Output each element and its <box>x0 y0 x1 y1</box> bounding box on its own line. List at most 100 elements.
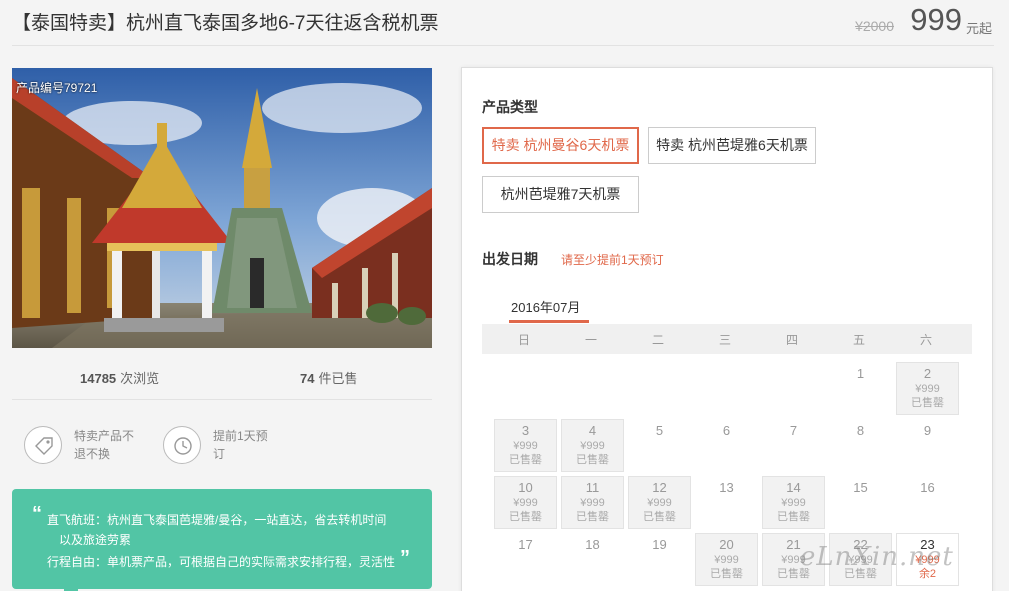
day-number: 14 <box>786 480 801 495</box>
weekday-label: 五 <box>852 333 865 347</box>
calendar-day-6: 6 <box>695 419 758 472</box>
price-unit: 元起 <box>965 21 992 36</box>
weekday-label: 三 <box>718 333 731 347</box>
sold-label: 件已售 <box>318 371 358 386</box>
day-number: 2 <box>923 366 932 381</box>
day-number: 4 <box>588 423 597 438</box>
page-title: 【泰国特卖】杭州直飞泰国多地6-7天往返含税机票 <box>12 13 439 34</box>
highlights-box: “ 直飞航班：杭州直飞泰国芭堤雅/曼谷，一站直达，省去转机时间 以及旅途劳累 行… <box>12 489 432 591</box>
day-number: 13 <box>719 480 734 495</box>
month-tab[interactable]: 2016年07月 <box>511 297 580 316</box>
day-number: 16 <box>920 480 935 495</box>
day-price: ¥999 <box>580 440 605 452</box>
day-number: 20 <box>719 537 734 552</box>
highlight-line: 行程自由：单机票产品，可根据自己的实际需求安排行程，灵活性 <box>47 555 396 569</box>
weekday-label: 六 <box>919 333 932 347</box>
calendar-day-18: 18 <box>561 533 624 586</box>
product-type-label: 产品类型 <box>482 99 538 115</box>
day-sold-out: 已售罄 <box>777 511 810 523</box>
day-number: 11 <box>585 480 600 495</box>
day-sold-out: 已售罄 <box>643 511 676 523</box>
calendar-day-8: 8 <box>829 419 892 472</box>
day-price: ¥999 <box>915 383 940 395</box>
calendar-day-11: 11 ¥999 已售罄 <box>561 476 624 529</box>
sold-count: 74 <box>300 371 315 386</box>
clock-icon <box>163 426 201 464</box>
day-sold-out: 已售罄 <box>509 454 542 466</box>
feature-advance-booking: 提前1天预 订 <box>163 423 293 464</box>
calendar-day-19: 19 <box>628 533 691 586</box>
views-count: 14785 <box>80 371 117 386</box>
day-number: 10 <box>518 480 533 495</box>
day-number: 9 <box>923 423 932 438</box>
weekday-header: 日一二三四五六 <box>482 324 972 354</box>
original-price: ¥2000 <box>855 18 894 34</box>
departure-date-label: 出发日期 <box>482 251 538 267</box>
views-label: 次浏览 <box>120 371 160 386</box>
option-pattaya-7day[interactable]: 杭州芭堤雅7天机票 <box>482 176 639 213</box>
close-quote-icon: ” <box>400 547 410 569</box>
calendar-day-13: 13 <box>695 476 758 529</box>
booking-note: 请至少提前1天预订 <box>561 253 664 267</box>
calendar-day-17: 17 <box>494 533 557 586</box>
day-price: ¥999 <box>580 497 605 509</box>
title-bar: 【泰国特卖】杭州直飞泰国多地6-7天往返含税机票 ¥2000 999 元起 <box>12 0 994 46</box>
product-stats: 14785 次浏览 74 件已售 <box>12 350 432 400</box>
day-number: 19 <box>652 537 667 552</box>
feature-line: 订 <box>213 447 226 461</box>
weekday-label: 二 <box>651 333 664 347</box>
calendar-day-3: 3 ¥999 已售罄 <box>494 419 557 472</box>
option-pattaya-6day[interactable]: 特卖 杭州芭堤雅6天机票 <box>648 127 816 164</box>
day-price: ¥999 <box>781 497 806 509</box>
calendar-day-1: 1 <box>829 362 892 415</box>
day-number: 8 <box>856 423 865 438</box>
day-number: 3 <box>521 423 530 438</box>
day-price: ¥999 <box>513 440 538 452</box>
tag-icon <box>24 426 62 464</box>
day-number: 17 <box>518 537 533 552</box>
product-photo: 产品编号79721 <box>12 68 432 348</box>
calendar-day-5: 5 <box>628 419 691 472</box>
day-price: ¥999 <box>513 497 538 509</box>
sold-stat: 74 件已售 <box>300 368 357 387</box>
calendar-day-16: 16 <box>896 476 959 529</box>
views-stat: 14785 次浏览 <box>80 368 159 387</box>
feature-text: 提前1天预 订 <box>213 427 268 463</box>
weekday-label: 日 <box>517 333 530 347</box>
calendar-day-2: 2 ¥999 已售罄 <box>896 362 959 415</box>
calendar-day-9: 9 <box>896 419 959 472</box>
day-sold-out: 已售罄 <box>509 511 542 523</box>
feature-line: 提前1天预 <box>213 429 268 443</box>
day-number: 5 <box>655 423 664 438</box>
day-number: 6 <box>722 423 731 438</box>
feature-line: 退不换 <box>74 447 111 461</box>
month-tab-underline <box>509 320 589 323</box>
calendar-day-10: 10 ¥999 已售罄 <box>494 476 557 529</box>
product-number: 产品编号79721 <box>16 81 98 95</box>
calendar-day-14: 14 ¥999 已售罄 <box>762 476 825 529</box>
day-sold-out: 已售罄 <box>576 454 609 466</box>
weekday-label: 一 <box>584 333 597 347</box>
temple-illustration <box>12 68 432 348</box>
day-number: 1 <box>856 366 865 381</box>
day-number: 18 <box>585 537 600 552</box>
current-price: 999 <box>910 2 962 37</box>
calendar-day-7: 7 <box>762 419 825 472</box>
highlight-line: 直飞航班：杭州直飞泰国芭堤雅/曼谷，一站直达，省去转机时间 <box>47 513 387 527</box>
calendar-day-15: 15 <box>829 476 892 529</box>
highlight-line: 以及旅途劳累 <box>59 533 132 547</box>
day-number: 15 <box>853 480 868 495</box>
day-number: 12 <box>652 480 667 495</box>
day-price: ¥999 <box>647 497 672 509</box>
watermark: eLnXin.net <box>800 542 954 572</box>
calendar-day-12: 12 ¥999 已售罄 <box>628 476 691 529</box>
weekday-label: 四 <box>785 333 798 347</box>
day-number: 7 <box>789 423 798 438</box>
calendar-day-20: 20 ¥999 已售罄 <box>695 533 758 586</box>
open-quote-icon: “ <box>32 503 42 525</box>
feature-text: 特卖产品不 退不换 <box>74 427 134 463</box>
day-sold-out: 已售罄 <box>710 568 743 580</box>
day-sold-out: 已售罄 <box>911 397 944 409</box>
feature-line: 特卖产品不 <box>74 429 135 443</box>
option-bangkok-6day[interactable]: 特卖 杭州曼谷6天机票 <box>482 127 639 164</box>
